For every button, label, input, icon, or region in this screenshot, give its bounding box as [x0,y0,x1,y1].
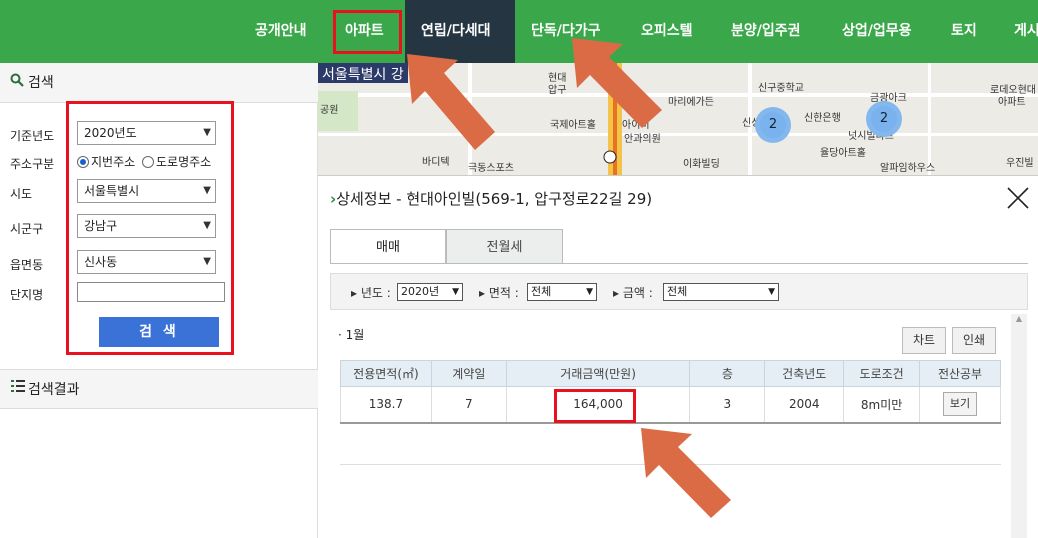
annotation-arrows [407,38,731,518]
annotation-arrow [407,54,495,150]
app-root: 공개안내 아파트 연립/다세대 단독/다가구 오피스텔 분양/입주권 상업/업무… [0,0,1038,538]
annotation-arrow [641,428,731,518]
annotation-arrow [572,38,662,128]
